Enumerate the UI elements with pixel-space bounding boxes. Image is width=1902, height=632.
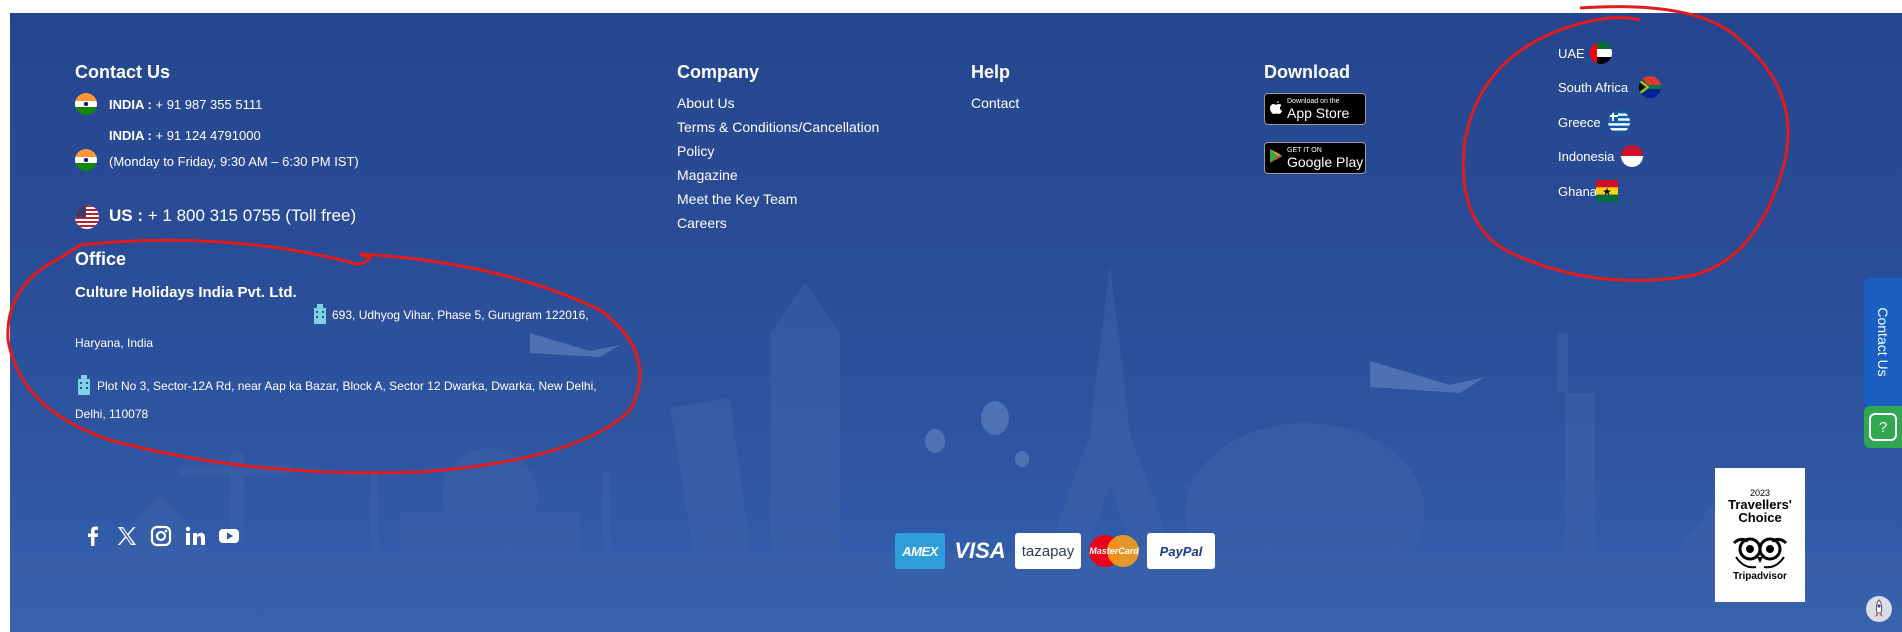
office-heading: Office xyxy=(75,249,127,269)
tazapay-text: tazapay xyxy=(1021,542,1075,560)
policy-link[interactable]: Policy xyxy=(677,143,714,159)
country-south-africa[interactable]: South Africa xyxy=(1558,80,1628,95)
country-label: Indonesia xyxy=(1558,149,1615,164)
mastercard-text: MasterCard xyxy=(1089,546,1139,556)
office-address-1-line-2: Haryana, India xyxy=(75,336,154,350)
paypal-text: PayPal xyxy=(1159,543,1203,559)
us-phone[interactable]: US : + 1 800 315 0755 (Toll free) xyxy=(109,206,356,226)
country-label: Greece xyxy=(1558,115,1601,130)
paypal-logo: PayPal xyxy=(1147,533,1215,569)
careers-link[interactable]: Careers xyxy=(677,215,727,231)
facebook-icon[interactable] xyxy=(82,525,104,547)
instagram-icon[interactable] xyxy=(150,525,172,547)
india-label-2: INDIA : xyxy=(109,128,152,143)
country-ghana[interactable]: Ghana xyxy=(1558,184,1597,199)
terms-link[interactable]: Terms & Conditions/Cancellation xyxy=(677,119,879,135)
india-phone-1[interactable]: INDIA : + 91 987 355 5111 xyxy=(109,97,262,112)
south-africa-flag-icon xyxy=(1639,76,1661,98)
office-address-1-line-1: 693, Udhyog Vihar, Phase 5, Gurugram 122… xyxy=(332,308,589,322)
meet-key-team-link[interactable]: Meet the Key Team xyxy=(677,191,797,207)
amex-text: AMEX xyxy=(902,543,938,559)
help-question-icon: ? xyxy=(1869,413,1897,441)
mastercard-logo: MasterCard xyxy=(1085,533,1143,569)
country-indonesia[interactable]: Indonesia xyxy=(1558,149,1614,164)
magazine-link[interactable]: Magazine xyxy=(677,167,738,183)
google-play-icon xyxy=(1265,148,1287,169)
rocket-icon[interactable] xyxy=(1866,596,1892,622)
company-name: Culture Holidays India Pvt. Ltd. xyxy=(75,284,297,301)
visa-text: VISA xyxy=(954,538,1006,563)
visa-logo: VISA xyxy=(949,533,1011,569)
india-phone-2[interactable]: INDIA : + 91 124 4791000 xyxy=(109,128,261,143)
help-button[interactable]: ? xyxy=(1864,406,1902,448)
google-play-button[interactable]: GET IT ON Google Play xyxy=(1264,142,1366,174)
country-label: Ghana xyxy=(1558,184,1598,199)
contact-us-side-tab[interactable]: Contact Us xyxy=(1864,278,1902,406)
apple-icon xyxy=(1265,99,1287,120)
india-number-1: + 91 987 355 5111 xyxy=(155,97,263,112)
us-flag-icon xyxy=(75,205,99,229)
indonesia-flag-icon xyxy=(1621,145,1643,167)
tripadvisor-owl-icon xyxy=(1730,527,1790,571)
ghana-flag-icon xyxy=(1596,180,1618,202)
tripadvisor-badge[interactable]: 2023 Travellers' Choice Tripadvisor xyxy=(1715,468,1805,602)
download-heading: Download xyxy=(1264,62,1350,82)
tazapay-logo: tazapay xyxy=(1015,533,1081,569)
app-store-button[interactable]: Download on the App Store xyxy=(1264,93,1366,125)
country-uae[interactable]: UAE xyxy=(1558,46,1585,61)
india-flag-icon xyxy=(75,149,97,171)
us-label: US : xyxy=(109,206,143,225)
help-heading: Help xyxy=(971,62,1011,82)
linkedin-icon[interactable] xyxy=(184,525,206,547)
india-number-2: + 91 124 4791000 xyxy=(155,128,261,143)
country-label: South Africa xyxy=(1558,80,1629,95)
x-twitter-icon[interactable] xyxy=(116,525,138,547)
country-label: UAE xyxy=(1558,46,1585,61)
greece-flag-icon xyxy=(1608,111,1630,133)
contact-heading: Contact Us xyxy=(75,62,171,82)
tripadvisor-brand: Tripadvisor xyxy=(1733,571,1787,582)
youtube-icon[interactable] xyxy=(218,525,240,547)
india-flag-icon xyxy=(75,93,97,115)
site-footer: Contact Us INDIA : + 91 987 355 5111 IND… xyxy=(10,13,1902,632)
contact-us-side-tab-label: Contact Us xyxy=(1875,307,1891,377)
office-address-2-line-2: Delhi, 110078 xyxy=(75,407,149,421)
india-label-1: INDIA : xyxy=(109,97,152,112)
office-building-icon xyxy=(311,304,329,324)
google-play-big-text: Google Play xyxy=(1287,153,1364,170)
company-heading: Company xyxy=(677,62,760,82)
us-number: + 1 800 315 0755 (Toll free) xyxy=(147,206,357,225)
amex-logo: AMEX xyxy=(895,533,945,569)
tripadvisor-title-2: Choice xyxy=(1738,510,1782,525)
office-hours: (Monday to Friday, 9:30 AM – 6:30 PM IST… xyxy=(109,154,359,169)
help-contact-link[interactable]: Contact xyxy=(971,95,1019,111)
about-us-link[interactable]: About Us xyxy=(677,95,735,111)
country-greece[interactable]: Greece xyxy=(1558,115,1601,130)
office-address-2-line-1: Plot No 3, Sector-12A Rd, near Aap ka Ba… xyxy=(97,379,597,393)
office-building-icon xyxy=(75,375,93,395)
uae-flag-icon xyxy=(1590,42,1612,64)
app-store-big-text: App Store xyxy=(1287,104,1350,121)
